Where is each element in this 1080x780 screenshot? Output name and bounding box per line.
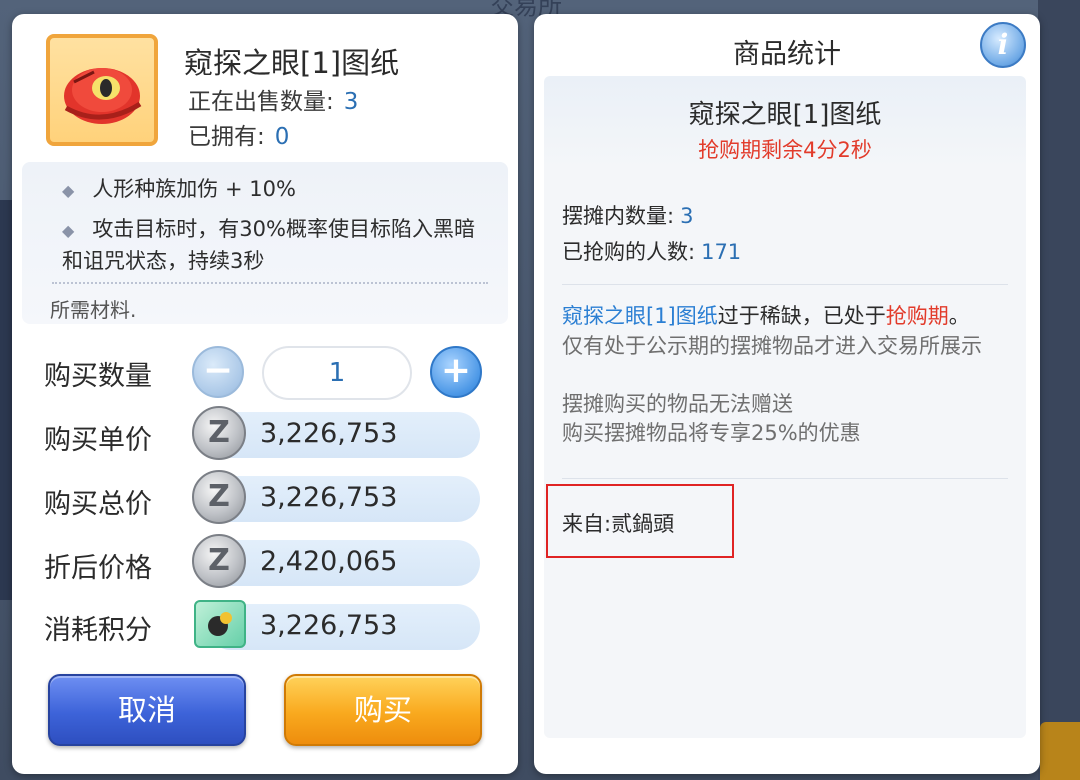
buyers-row: 已抢购的人数: 171 xyxy=(562,236,741,266)
effect-text: 人形种族加伤 + 10% xyxy=(92,177,296,201)
seller-label: 来自: xyxy=(562,512,612,536)
stats-content[interactable]: 窥探之眼[1]图纸 抢购期剩余4分2秒 摆摊内数量: 3 已抢购的人数: 171 窥… xyxy=(544,76,1026,738)
divider xyxy=(562,478,1008,479)
on-sale-label: 正在出售数量: xyxy=(188,89,334,115)
background-button xyxy=(1040,722,1080,780)
cancel-button[interactable]: 取消 xyxy=(48,674,246,746)
discount-price-bar: Z 2,420,065 xyxy=(192,534,480,588)
notice-text: 过于稀缺，已处于 xyxy=(717,304,886,328)
plus-icon: + xyxy=(440,350,472,391)
flash-sale-countdown: 抢购期剩余4分2秒 xyxy=(698,138,872,162)
stats-title: 商品统计 xyxy=(733,39,841,70)
quantity-field[interactable]: 1 xyxy=(262,346,412,400)
note-line: 摆摊购买的物品无法赠送 xyxy=(562,392,793,416)
item-description[interactable]: ◆ 人形种族加伤 + 10% ◆ 攻击目标时，有30%概率使目标陷入黑暗和诅咒状态，… xyxy=(22,162,508,324)
owned-row: 已拥有: 0 xyxy=(188,117,289,151)
unit-price-value: 3,226,753 xyxy=(260,418,398,449)
discount-price-label: 折后价格 xyxy=(44,553,152,584)
zeny-coin-icon: Z xyxy=(192,534,246,588)
note-line: 购买摆摊物品将专享25%的优惠 xyxy=(562,421,861,445)
buyers-label: 已抢购的人数: xyxy=(562,240,696,264)
minus-icon: − xyxy=(202,350,234,391)
unit-price-label: 购买单价 xyxy=(44,425,152,456)
unit-price-bar: Z 3,226,753 xyxy=(192,406,480,460)
zeny-coin-icon: Z xyxy=(192,470,246,524)
points-value: 3,226,753 xyxy=(260,610,398,641)
stall-count-label: 摆摊内数量: xyxy=(562,204,675,228)
owned-count: 0 xyxy=(274,124,290,150)
effect-text: 攻击目标时，有30%概率使目标陷入黑暗和诅咒状态，持续3秒 xyxy=(62,217,475,273)
seller-info: 来自:贰鍋頭 xyxy=(562,508,674,538)
notice-item-link[interactable]: 窥探之眼[1]图纸 xyxy=(562,304,718,328)
discount-price-value: 2,420,065 xyxy=(260,546,398,577)
stall-count-value: 3 xyxy=(680,204,694,228)
seller-highlight-box: 来自:贰鍋頭 xyxy=(546,484,734,558)
decrease-quantity-button[interactable]: − xyxy=(192,346,244,398)
info-icon[interactable]: i xyxy=(980,22,1026,68)
total-price-bar: Z 3,226,753 xyxy=(192,470,480,524)
quantity-label: 购买数量 xyxy=(44,361,152,392)
background-edge-right xyxy=(1038,0,1080,780)
owned-label: 已拥有: xyxy=(188,124,265,150)
total-price-label: 购买总价 xyxy=(44,489,152,520)
stall-count-row: 摆摊内数量: 3 xyxy=(562,200,693,230)
notice-period: 。 xyxy=(948,304,970,328)
effect-line: ◆ 人形种族加伤 + 10% xyxy=(62,174,296,206)
divider xyxy=(52,282,488,284)
on-sale-row: 正在出售数量: 3 xyxy=(188,82,358,116)
buyers-value: 171 xyxy=(701,240,742,264)
helmet-eye-icon xyxy=(64,68,142,124)
zeny-coin-icon: Z xyxy=(192,406,246,460)
total-price-value: 3,226,753 xyxy=(260,482,398,513)
blueprint-icon xyxy=(46,34,158,146)
seller-name: 贰鍋頭 xyxy=(611,512,675,536)
scarcity-notice: 窥探之眼[1]图纸过于稀缺，已处于抢购期。 xyxy=(562,302,1012,331)
bullet-diamond-icon: ◆ xyxy=(62,221,75,240)
product-stats-panel: 商品统计 i 窥探之眼[1]图纸 抢购期剩余4分2秒 摆摊内数量: 3 已抢购的人… xyxy=(534,14,1040,774)
points-label: 消耗积分 xyxy=(44,615,152,646)
effect-line: ◆ 攻击目标时，有30%概率使目标陷入黑暗和诅咒状态，持续3秒 xyxy=(62,214,492,277)
on-sale-count: 3 xyxy=(343,89,359,115)
item-name: 窥探之眼[1]图纸 xyxy=(184,46,400,80)
divider xyxy=(562,284,1008,285)
buy-button[interactable]: 购买 xyxy=(284,674,482,746)
increase-quantity-button[interactable]: + xyxy=(430,346,482,398)
purchase-dialog: 窥探之眼[1]图纸 正在出售数量: 3 已拥有: 0 ◆ 人形种族加伤 + 10% ◆… xyxy=(12,14,518,774)
points-bar: 3,226,753 xyxy=(194,600,480,650)
notice-flash-sale: 抢购期 xyxy=(885,304,949,328)
bullet-diamond-icon: ◆ xyxy=(62,181,75,200)
materials-label: 所需材料. xyxy=(50,298,137,322)
stats-item-name: 窥探之眼[1]图纸 xyxy=(688,100,882,130)
points-voucher-icon xyxy=(194,600,246,648)
note-line: 仅有处于公示期的摆摊物品才进入交易所展示 xyxy=(562,334,982,358)
